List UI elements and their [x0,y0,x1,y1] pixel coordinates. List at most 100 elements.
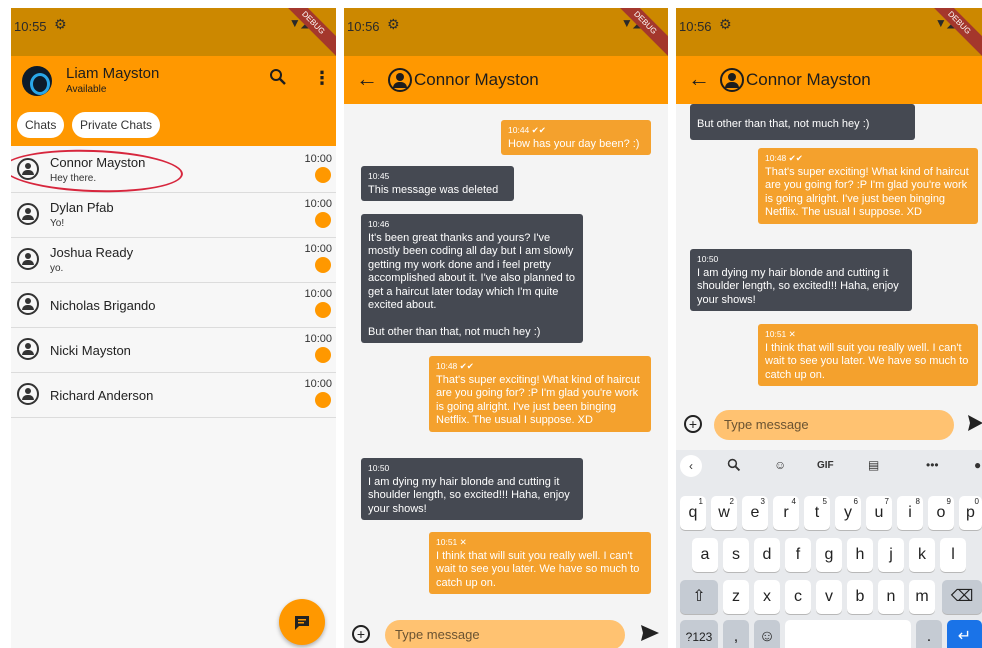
message-bubble[interactable]: But other than that, not much hey :) [690,104,915,140]
sticker-icon[interactable]: ☺ [774,458,786,472]
chat-time: 10:00 [304,243,332,255]
chat-row-dylan[interactable]: Dylan Pfab Yo! 10:00 [11,193,336,238]
chat-preview: Yo! [50,218,65,229]
key-r[interactable]: r4 [773,496,799,530]
message-bubble[interactable]: 10:50 I am dying my hair blonde and cutt… [361,458,583,521]
key-t[interactable]: t5 [804,496,830,530]
chat-title: Connor Mayston [746,70,871,89]
clipboard-icon[interactable]: ▤ [868,458,879,472]
message-bubble[interactable]: 10:46 It's been great thanks and yours? … [361,214,583,344]
key-q[interactable]: q1 [680,496,706,530]
gif-button[interactable]: GIF [817,460,834,471]
unread-dot [315,302,331,318]
message-text: I think that will suit you really well. … [765,342,972,381]
chat-row-richard[interactable]: Richard Anderson 10:00 [11,373,336,418]
chat-name: Richard Anderson [50,388,154,403]
message-text: How has your day been? :) [508,138,640,150]
read-receipt-icon: ✔✔ [788,153,803,163]
add-circle-icon[interactable]: + [684,415,702,433]
key-c[interactable]: c [785,580,811,614]
message-bubble[interactable]: 10:51 ✕ I think that will suit you reall… [758,324,978,387]
search-icon[interactable] [269,68,287,91]
unread-dot [315,212,331,228]
key-j[interactable]: j [878,538,904,572]
space-key[interactable] [785,620,911,648]
user-name: Liam Mayston [66,65,160,82]
read-receipt-icon: ✔✔ [459,361,474,371]
key-f[interactable]: f [785,538,811,572]
key-m[interactable]: m [909,580,935,614]
chat-time: 10:00 [304,153,332,165]
key-z[interactable]: z [723,580,749,614]
key-o[interactable]: o9 [928,496,954,530]
comma-key[interactable]: , [723,620,749,648]
key-x[interactable]: x [754,580,780,614]
tab-bar: Chats Private Chats [11,104,336,146]
status-bar: 10:55 ⚙ ▼◢ DEBUG [11,8,336,60]
key-k[interactable]: k [909,538,935,572]
highlight-circle [11,146,184,196]
key-h[interactable]: h [847,538,873,572]
key-s[interactable]: s [723,538,749,572]
backspace-key[interactable]: ⌫ [942,580,982,614]
failed-icon: ✕ [788,329,796,339]
key-i[interactable]: i8 [897,496,923,530]
key-p[interactable]: p0 [959,496,982,530]
message-text: I think that will suit you really well. … [436,550,643,589]
arrow-left-icon[interactable]: ← [356,66,378,92]
key-e[interactable]: e3 [742,496,768,530]
person-icon [17,293,39,315]
tab-private-chats[interactable]: Private Chats [72,112,161,138]
message-bubble[interactable]: 10:51 ✕ I think that will suit you reall… [429,532,651,595]
key-y[interactable]: y6 [835,496,861,530]
debug-banner: DEBUG [608,8,668,60]
message-input[interactable]: Type message [385,620,625,648]
send-icon[interactable] [967,414,982,438]
key-d[interactable]: d [754,538,780,572]
avatar [720,68,744,92]
new-message-button[interactable] [279,599,325,645]
gear-icon: ⚙ [54,16,67,32]
chat-time: 10:00 [304,378,332,390]
message-bubble[interactable]: 10:48 ✔✔ That's super exciting! What kin… [429,356,651,432]
message-bubble[interactable]: 10:45 This message was deleted [361,166,514,202]
message-text: But other than that, not much hey :) [697,118,870,130]
more-horiz-icon[interactable]: ••• [926,458,939,472]
chat-row-nicholas[interactable]: Nicholas Brigando 10:00 [11,283,336,328]
symbols-key[interactable]: ?123 [680,620,718,648]
key-v[interactable]: v [816,580,842,614]
person-icon [17,383,39,405]
key-b[interactable]: b [847,580,873,614]
key-a[interactable]: a [692,538,718,572]
message-input[interactable]: Type message [714,410,954,440]
message-composer: + Type message [344,620,668,648]
search-icon[interactable] [727,458,741,475]
shift-key[interactable]: ⇧ [680,580,718,614]
chat-row-connor[interactable]: Connor Mayston Hey there. 10:00 [11,146,336,196]
message-bubble[interactable]: 10:48 ✔✔ That's super exciting! What kin… [758,148,978,224]
enter-key[interactable]: ↵ [947,620,982,648]
unread-dot [315,167,331,183]
add-circle-icon[interactable]: + [352,625,370,643]
chat-row-joshua[interactable]: Joshua Ready yo. 10:00 [11,238,336,283]
arrow-left-icon[interactable]: ← [688,66,710,92]
more-vert-icon[interactable]: ⋮ [313,68,331,89]
status-bar: 10:56 ⚙ ▼◢ DEBUG [344,8,668,60]
key-u[interactable]: u7 [866,496,892,530]
key-w[interactable]: w2 [711,496,737,530]
mic-icon[interactable]: ● [974,458,981,472]
message-bubble[interactable]: 10:44 ✔✔ How has your day been? :) [501,120,651,156]
message-bubble[interactable]: 10:50 I am dying my hair blonde and cutt… [690,249,912,312]
key-n[interactable]: n [878,580,904,614]
key-l[interactable]: l [940,538,966,572]
person-icon [17,248,39,270]
chat-row-nicki[interactable]: Nicki Mayston 10:00 [11,328,336,373]
chevron-left-icon[interactable]: ‹ [680,455,702,477]
send-icon[interactable] [640,624,660,648]
emoji-key[interactable]: ☺ [754,620,780,648]
key-g[interactable]: g [816,538,842,572]
message-text: That's super exciting! What kind of hair… [436,374,643,427]
tab-chats[interactable]: Chats [17,112,65,138]
period-key[interactable]: . [916,620,942,648]
chat-app-bar: ← Connor Mayston [676,56,982,104]
